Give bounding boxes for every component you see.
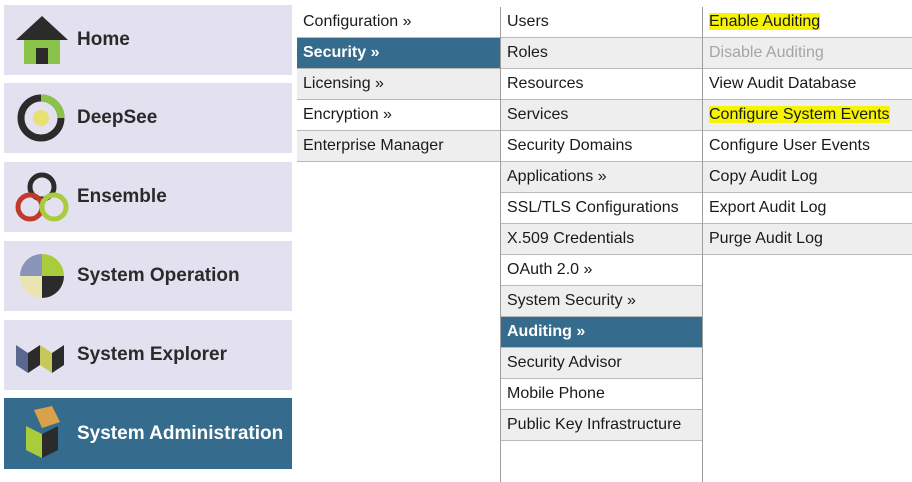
menu-column-3: Enable Auditing Disable Auditing View Au… <box>703 7 912 482</box>
nav-deepsee[interactable]: DeepSee <box>4 83 292 153</box>
menu-ssl-tls[interactable]: SSL/TLS Configurations <box>501 193 702 224</box>
menu-auditing[interactable]: Auditing » <box>501 317 702 348</box>
nav-home-label: Home <box>77 29 130 50</box>
menu-configuration[interactable]: Configuration » <box>297 7 500 38</box>
menu-enterprise-manager[interactable]: Enterprise Manager <box>297 131 500 162</box>
nav-deepsee-label: DeepSee <box>77 107 158 128</box>
menu-configure-user-events[interactable]: Configure User Events <box>703 131 912 162</box>
zigzag-icon <box>16 345 64 373</box>
menu-configure-system-events[interactable]: Configure System Events <box>703 100 912 131</box>
menu-enable-auditing[interactable]: Enable Auditing <box>703 7 912 38</box>
menu-oauth[interactable]: OAuth 2.0 » <box>501 255 702 286</box>
menu-x509[interactable]: X.509 Credentials <box>501 224 702 255</box>
nav-ensemble-label: Ensemble <box>77 186 167 207</box>
menu-services[interactable]: Services <box>501 100 702 131</box>
menu-copy-audit-log[interactable]: Copy Audit Log <box>703 162 912 193</box>
menu-view-audit-database[interactable]: View Audit Database <box>703 69 912 100</box>
nav-system-operation-label: System Operation <box>77 265 240 286</box>
menu-security-domains[interactable]: Security Domains <box>501 131 702 162</box>
menu-configure-system-events-label: Configure System Events <box>709 106 890 123</box>
menu-export-audit-log[interactable]: Export Audit Log <box>703 193 912 224</box>
menu-security[interactable]: Security » <box>297 38 500 69</box>
menu-applications[interactable]: Applications » <box>501 162 702 193</box>
menu-column-2: Users Roles Resources Services Security … <box>500 7 703 482</box>
menu-enable-auditing-label: Enable Auditing <box>709 13 821 30</box>
menu-purge-audit-log[interactable]: Purge Audit Log <box>703 224 912 255</box>
menu-encryption[interactable]: Encryption » <box>297 100 500 131</box>
nav-system-explorer[interactable]: System Explorer <box>4 320 292 390</box>
menu-licensing[interactable]: Licensing » <box>297 69 500 100</box>
menu-roles[interactable]: Roles <box>501 38 702 69</box>
nav-system-administration[interactable]: System Administration <box>4 398 292 469</box>
menu-users[interactable]: Users <box>501 7 702 38</box>
menu-mobile-phone[interactable]: Mobile Phone <box>501 379 702 410</box>
menu-resources[interactable]: Resources <box>501 69 702 100</box>
house-icon <box>16 16 68 64</box>
menu-disable-auditing: Disable Auditing <box>703 38 912 69</box>
nav-ensemble[interactable]: Ensemble <box>4 162 292 232</box>
menu-column-1: Configuration » Security » Licensing » E… <box>297 7 500 482</box>
cube-icon <box>26 405 60 458</box>
menu-system-security[interactable]: System Security » <box>501 286 702 317</box>
nav-system-operation[interactable]: System Operation <box>4 241 292 311</box>
nav-home[interactable]: Home <box>4 5 292 75</box>
nav-system-explorer-label: System Explorer <box>77 344 227 365</box>
deepsee-icon <box>17 94 65 142</box>
menu-security-advisor[interactable]: Security Advisor <box>501 348 702 379</box>
nav-system-administration-label: System Administration <box>77 422 284 444</box>
ensemble-rings-icon <box>15 172 69 222</box>
menu-pki[interactable]: Public Key Infrastructure <box>501 410 702 441</box>
pie-quadrant-icon <box>20 254 64 298</box>
